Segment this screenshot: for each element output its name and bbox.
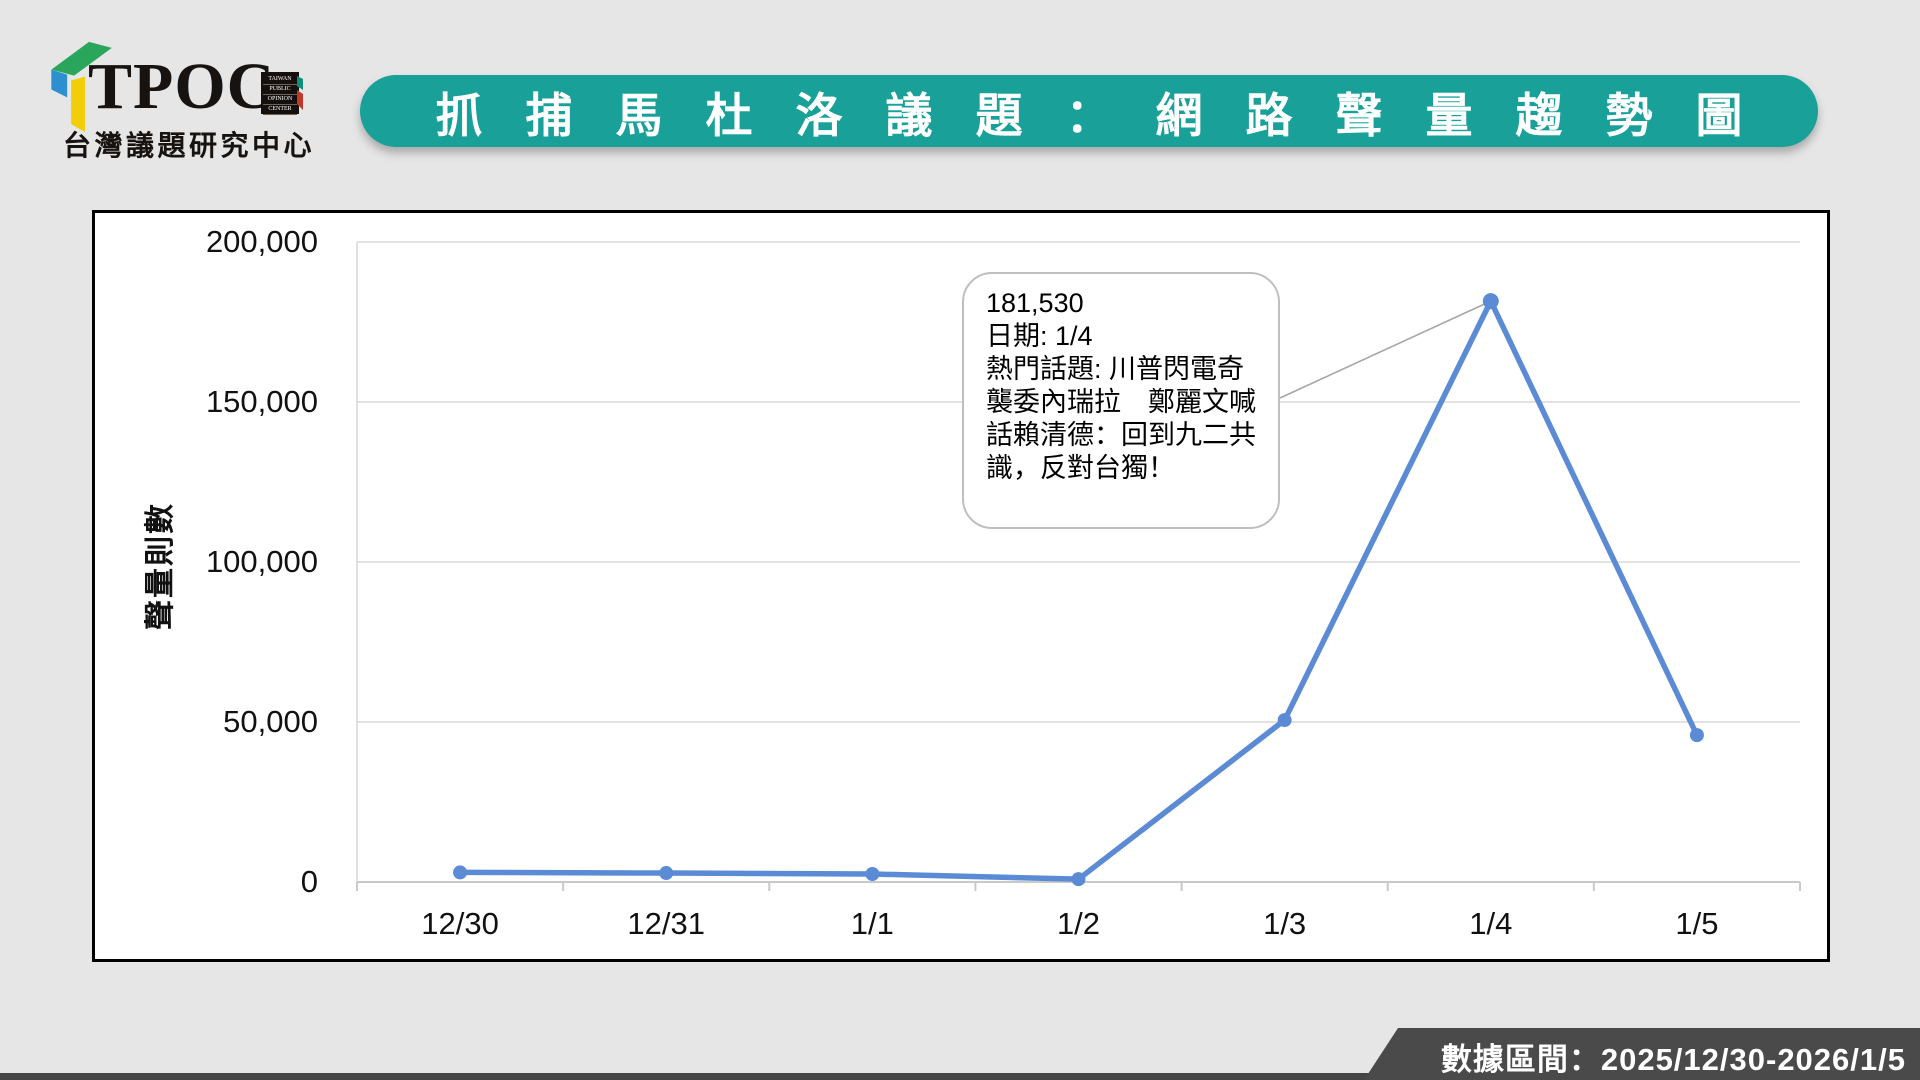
y-tick-label: 50,000: [92, 704, 318, 740]
data-point: [453, 865, 467, 879]
badge-line: OPINION: [263, 95, 297, 105]
data-point: [865, 867, 879, 881]
x-tick-label: 1/5: [1607, 906, 1787, 942]
badge-line: CENTER: [263, 105, 297, 115]
data-range-label: 數據區間：2025/12/30-2026/1/5: [1441, 1028, 1920, 1079]
badge-flag-icon: [297, 76, 303, 110]
callout-date: 日期: 1/4: [986, 320, 1260, 353]
data-point: [1690, 728, 1704, 742]
x-tick-label: 1/2: [989, 906, 1169, 942]
logo-subtitle: 台灣議題研究中心: [63, 124, 363, 158]
data-point: [1278, 713, 1292, 727]
badge-line: TAIWAN: [263, 75, 297, 85]
tpoc-badge: TAIWAN PUBLIC OPINION CENTER: [261, 72, 299, 114]
y-tick-label: 100,000: [92, 544, 318, 580]
callout-value: 181,530: [986, 287, 1260, 320]
title-banner: 抓捕馬杜洛議題：網路聲量趨勢圖: [360, 75, 1818, 147]
chart-plot-area: [92, 210, 1830, 962]
y-tick-label: 200,000: [92, 224, 318, 260]
x-tick-label: 12/30: [370, 906, 550, 942]
volume-trend-chart: 聲量則數 050,000100,000150,000200,000 12/301…: [92, 210, 1830, 962]
callout-topic: 熱門話題: 川普閃電奇襲委內瑞拉 鄭麗文喊話賴清德：回到九二共識，反對台獨！: [986, 353, 1260, 485]
x-tick-label: 12/31: [576, 906, 756, 942]
slide-canvas: TPOC TAIWAN PUBLIC OPINION CENTER 台灣議題研究…: [0, 0, 1920, 1080]
data-callout: 181,530 日期: 1/4 熱門話題: 川普閃電奇襲委內瑞拉 鄭麗文喊話賴清…: [962, 272, 1280, 529]
x-tick-label: 1/1: [782, 906, 962, 942]
x-tick-label: 1/4: [1401, 906, 1581, 942]
x-tick-label: 1/3: [1195, 906, 1375, 942]
data-point: [659, 866, 673, 880]
callout-leader-line: [1280, 301, 1491, 398]
data-point: [1072, 872, 1086, 886]
tpoc-wordmark: TPOC: [88, 52, 263, 122]
y-tick-label: 150,000: [92, 384, 318, 420]
data-range-bar: 數據區間：2025/12/30-2026/1/5: [1356, 1028, 1920, 1080]
page-title: 抓捕馬杜洛議題：網路聲量趨勢圖: [393, 77, 1786, 146]
data-point: [1483, 293, 1499, 309]
badge-line: PUBLIC: [263, 85, 297, 95]
y-tick-label: 0: [92, 864, 318, 900]
